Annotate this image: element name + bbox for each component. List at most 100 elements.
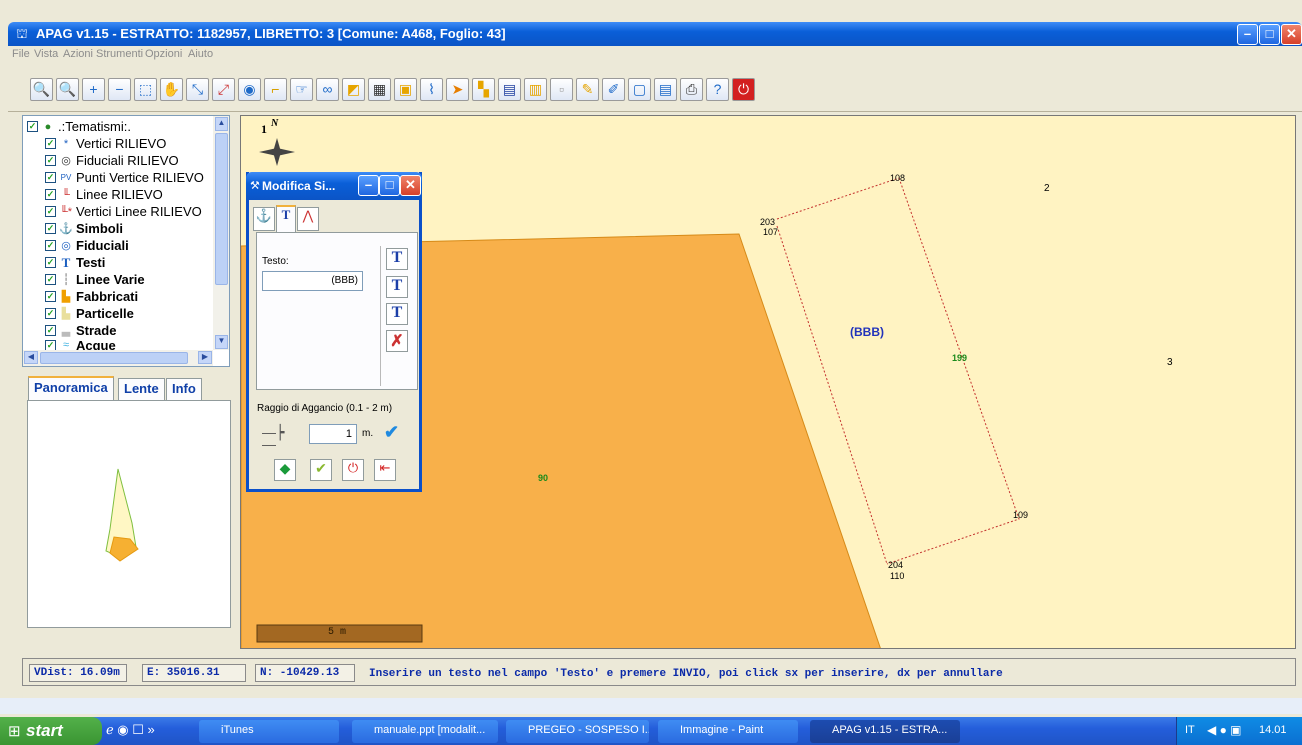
title-bar[interactable]: ⛫ APAG v1.15 - ESTRATTO: 1182957, LIBRET…: [8, 22, 1302, 46]
checkbox[interactable]: ✓: [27, 121, 38, 132]
menu-strumenti[interactable]: Strumenti: [96, 48, 143, 60]
scroll-left-icon[interactable]: ◀: [24, 351, 38, 364]
scroll-right-icon[interactable]: ▶: [198, 351, 212, 364]
checkbox[interactable]: ✓: [45, 223, 56, 234]
anchor-tab-icon[interactable]: ⚓: [253, 207, 275, 231]
tree-item[interactable]: ✓ ◎ Fiduciali: [45, 237, 129, 254]
tab-lente[interactable]: Lente: [118, 378, 165, 400]
menu-opzioni[interactable]: Opzioni: [145, 48, 182, 60]
text-add-icon[interactable]: T: [386, 248, 408, 270]
checkbox[interactable]: ✓: [45, 155, 56, 166]
tree-root[interactable]: ✓ ● .:Tematismi:.: [27, 118, 131, 135]
text-rotate-icon[interactable]: T: [386, 303, 408, 325]
checkbox[interactable]: ✓: [45, 291, 56, 302]
tree-item[interactable]: ✓ ⚓ Simboli: [45, 220, 123, 237]
zoom-out-icon[interactable]: 🔍: [30, 78, 53, 101]
scroll-down-icon[interactable]: ▼: [215, 335, 228, 349]
line-tab-icon[interactable]: ⋀: [297, 207, 319, 231]
zoom-previous-icon[interactable]: ⤢: [212, 78, 235, 101]
menu-aiuto[interactable]: Aiuto: [188, 48, 213, 60]
tree-item[interactable]: ✓ ╙ Linee RILIEVO: [45, 186, 163, 203]
tree-item[interactable]: ✓ PV Punti Vertice RILIEVO: [45, 169, 204, 186]
tab-info[interactable]: Info: [166, 378, 202, 400]
checkbox[interactable]: ✓: [45, 172, 56, 183]
dialog-title-bar[interactable]: ⚒ Modifica Si... – □ ✕: [246, 172, 422, 200]
pencil-icon[interactable]: ✎: [576, 78, 599, 101]
disk-icon[interactable]: ▤: [654, 78, 677, 101]
confirm-check-icon[interactable]: ✔: [384, 422, 408, 444]
dialog-minimize-button[interactable]: –: [358, 175, 379, 196]
diamond-icon[interactable]: ◆: [274, 459, 296, 481]
pin-icon[interactable]: ⇤: [374, 459, 396, 481]
tree-item[interactable]: ✓ * Vertici RILIEVO: [45, 135, 166, 152]
checkbox[interactable]: ✓: [45, 240, 56, 251]
pan-hand-icon[interactable]: ✋: [160, 78, 183, 101]
arrow-icon[interactable]: ➤: [446, 78, 469, 101]
minimize-button[interactable]: –: [1237, 24, 1258, 45]
task-paint[interactable]: Immagine - Paint: [658, 720, 798, 743]
select-icon[interactable]: ☞: [290, 78, 313, 101]
tree-item[interactable]: ✓ ╙* Vertici Linee RILIEVO: [45, 203, 202, 220]
task-itunes[interactable]: iTunes: [199, 720, 339, 743]
blank-icon[interactable]: ▫: [550, 78, 573, 101]
tree-item[interactable]: ✓ ▙ Particelle: [45, 305, 134, 322]
checkbox[interactable]: ✓: [45, 257, 56, 268]
testo-input[interactable]: (BBB): [262, 271, 363, 291]
checkbox[interactable]: ✓: [45, 189, 56, 200]
tray-icons[interactable]: ◀ ● ▣: [1207, 723, 1241, 737]
text-tab-icon[interactable]: T: [276, 205, 296, 233]
task-pregeo[interactable]: PREGEO - SOSPESO I...: [506, 720, 649, 743]
tree-item[interactable]: ✓ ▃ Strade: [45, 322, 116, 339]
view-icon[interactable]: ∞: [316, 78, 339, 101]
power-icon[interactable]: ⏻: [342, 459, 364, 481]
menu-azioni[interactable]: Azioni: [63, 48, 93, 60]
split-icon[interactable]: ▚: [472, 78, 495, 101]
checkbox[interactable]: ✓: [45, 274, 56, 285]
frame-icon[interactable]: ▢: [628, 78, 651, 101]
checkbox[interactable]: ✓: [45, 339, 56, 351]
grid-icon[interactable]: ▣: [394, 78, 417, 101]
menu-vista[interactable]: Vista: [34, 48, 58, 60]
scroll-up-icon[interactable]: ▲: [215, 117, 228, 131]
globe-icon[interactable]: ◉: [238, 78, 261, 101]
tree-item[interactable]: ✓ ┆ Linee Varie: [45, 271, 145, 288]
zoom-in-icon[interactable]: +: [82, 78, 105, 101]
help-icon[interactable]: ?: [706, 78, 729, 101]
dialog-maximize-button[interactable]: □: [379, 175, 400, 196]
print-icon[interactable]: ⎙: [680, 78, 703, 101]
close-button[interactable]: ✕: [1281, 24, 1302, 45]
task-manuale[interactable]: manuale.ppt [modalit...: [352, 720, 498, 743]
zoom-extents-icon[interactable]: ⤡: [186, 78, 209, 101]
zoom-minus-icon[interactable]: −: [108, 78, 131, 101]
text-delete-icon[interactable]: ✗: [386, 330, 408, 352]
language-indicator[interactable]: IT: [1185, 724, 1195, 736]
power-icon[interactable]: ⏻: [732, 78, 755, 101]
radius-slider[interactable]: —┝—: [262, 425, 296, 451]
checkbox[interactable]: ✓: [45, 308, 56, 319]
overview-panel[interactable]: [27, 400, 231, 628]
clock[interactable]: 14.01: [1259, 724, 1287, 736]
zoom-window-icon[interactable]: 🔍: [56, 78, 79, 101]
tree-vscroll-thumb[interactable]: [215, 133, 228, 285]
chart-icon[interactable]: ▥: [524, 78, 547, 101]
raggio-input[interactable]: 1: [309, 424, 357, 444]
edit-icon[interactable]: ✐: [602, 78, 625, 101]
polyline-icon[interactable]: ⌇: [420, 78, 443, 101]
checkbox[interactable]: ✓: [45, 325, 56, 336]
zoom-box-icon[interactable]: ⬚: [134, 78, 157, 101]
quick-launch[interactable]: ℯ ◉ ☐ »: [106, 722, 155, 738]
tab-panoramica[interactable]: Panoramica: [28, 376, 114, 400]
save-icon[interactable]: ▤: [498, 78, 521, 101]
text-move-icon[interactable]: T: [386, 276, 408, 298]
ruler-icon[interactable]: ⌐: [264, 78, 287, 101]
menu-file[interactable]: File: [12, 48, 30, 60]
dialog-close-button[interactable]: ✕: [400, 175, 421, 196]
tree-item[interactable]: ✓ ▙ Fabbricati: [45, 288, 138, 305]
tree-hscroll-thumb[interactable]: [40, 352, 188, 364]
tree-item[interactable]: ✓ T Testi: [45, 254, 105, 271]
maximize-button[interactable]: □: [1259, 24, 1280, 45]
task-apag[interactable]: APAG v1.15 - ESTRA...: [810, 720, 960, 743]
checkbox[interactable]: ✓: [45, 206, 56, 217]
check-icon[interactable]: ✔: [310, 459, 332, 481]
checkbox[interactable]: ✓: [45, 138, 56, 149]
